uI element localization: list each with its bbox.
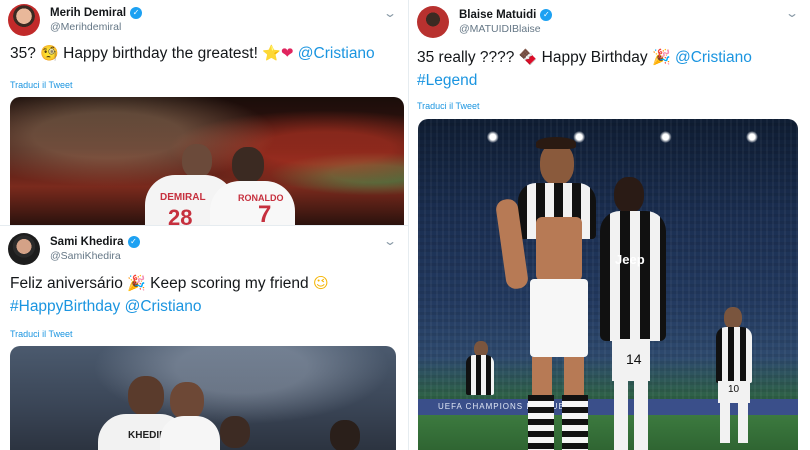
tweet-merih-demiral[interactable]: Merih Demiral ✓ @Merihdemiral ⌄ 35? 🧐 Hap… xyxy=(0,0,408,225)
tweet-text: 35? 🧐 Happy birthday the greatest! ⭐❤ @C… xyxy=(10,44,375,62)
tweet-header: Sami Khedira ✓ @SamiKhedira xyxy=(8,233,140,265)
translate-link[interactable]: Traduci il Tweet xyxy=(417,101,480,111)
display-name[interactable]: Blaise Matuidi xyxy=(459,8,536,22)
chocolate-bar-emoji: 🍫 xyxy=(518,48,538,66)
verified-icon: ✓ xyxy=(127,236,140,248)
tweet-text: 35 really ???? 🍫 Happy Birthday 🎉 @Crist… xyxy=(417,48,752,89)
verified-icon: ✓ xyxy=(130,7,143,19)
chevron-down-icon[interactable]: ⌄ xyxy=(383,6,397,20)
hashtag-link[interactable]: #HappyBirthday xyxy=(10,298,120,315)
tweet-photo[interactable]: KHEDIRA xyxy=(10,346,396,450)
handle[interactable]: @SamiKhedira xyxy=(50,249,140,263)
chevron-down-icon[interactable]: ⌄ xyxy=(383,234,397,248)
translate-link[interactable]: Traduci il Tweet xyxy=(10,329,73,339)
tweet-sami-khedira[interactable]: Sami Khedira ✓ @SamiKhedira ⌄ Feliz anive… xyxy=(0,225,408,450)
tweet-header: Merih Demiral ✓ @Merihdemiral xyxy=(8,4,143,36)
tweet-header: Blaise Matuidi ✓ @MATUIDIBlaise xyxy=(417,6,553,38)
jersey-sponsor: Jeep xyxy=(615,252,645,267)
monocle-face-emoji: 🧐 xyxy=(40,44,59,62)
verified-icon: ✓ xyxy=(540,9,553,21)
tweet-photo[interactable]: UEFA CHAMPIONS LEAGUE Jeep 14 10 xyxy=(418,119,798,450)
mention-link[interactable]: @Cristiano xyxy=(125,298,202,315)
hashtag-link[interactable]: #Legend xyxy=(417,72,477,89)
avatar[interactable] xyxy=(8,4,40,36)
tweet-blaise-matuidi[interactable]: Blaise Matuidi ✓ @MATUIDIBlaise ⌄ 35 real… xyxy=(408,0,810,450)
party-popper-emoji: 🎉 xyxy=(651,48,671,66)
display-name[interactable]: Merih Demiral xyxy=(50,6,126,20)
avatar[interactable] xyxy=(8,233,40,265)
tweet-photo[interactable]: DEMIRAL 28 RONALDO 7 xyxy=(10,97,404,225)
jersey-name-left: DEMIRAL xyxy=(160,192,206,203)
heart-emoji: ❤ xyxy=(280,44,294,62)
mention-link[interactable]: @Cristiano xyxy=(298,45,375,62)
star-emoji: ⭐ xyxy=(262,44,281,62)
shorts-number-far: 10 xyxy=(728,384,740,395)
display-name[interactable]: Sami Khedira xyxy=(50,235,124,249)
chevron-down-icon[interactable]: ⌄ xyxy=(785,6,799,20)
handle[interactable]: @Merihdemiral xyxy=(50,20,142,34)
jersey-number-left: 28 xyxy=(168,205,193,225)
party-popper-emoji: 🎉 xyxy=(127,274,146,292)
tweet-text: Feliz aniversário 🎉 Keep scoring my frie… xyxy=(10,274,329,315)
winking-face-emoji: 😉 xyxy=(312,274,329,292)
handle[interactable]: @MATUIDIBlaise xyxy=(459,22,552,36)
translate-link[interactable]: Traduci il Tweet xyxy=(10,80,73,90)
avatar[interactable] xyxy=(417,6,449,38)
shorts-number-right: 14 xyxy=(626,351,642,367)
mention-link[interactable]: @Cristiano xyxy=(675,49,752,66)
jersey-number-right: 7 xyxy=(258,201,272,225)
